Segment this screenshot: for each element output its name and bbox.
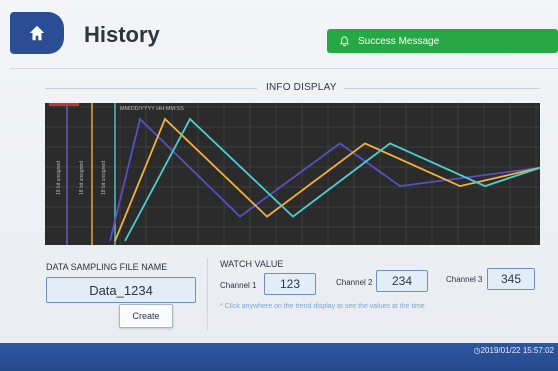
chart-top-label: MM/DD/YYYY HH:MM:SS <box>120 106 184 112</box>
create-button[interactable]: Create <box>119 304 173 328</box>
watch-label: WATCH VALUE <box>220 259 284 269</box>
sampling-label: DATA SAMPLING FILE NAME <box>46 262 168 272</box>
channel-1-value: 123 <box>264 273 316 295</box>
clock-icon: ◷ <box>473 346 481 355</box>
channel-3-value: 345 <box>487 268 535 290</box>
section-divider-right <box>344 88 540 89</box>
trend-chart-svg[interactable]: 18 bit unsigned 18 bit unsigned 18 bit uns… <box>45 103 540 245</box>
success-toast[interactable]: Success Message <box>327 29 558 53</box>
hint-text: * Click anywhere on the trend display to… <box>220 303 427 310</box>
page-title: History <box>84 22 160 47</box>
footer-timestamp: ◷2019/01/22 15:57:02 <box>474 346 554 355</box>
channel-2-value: 234 <box>376 270 428 292</box>
axis-label-1: 18 bit unsigned <box>56 161 62 195</box>
toast-text: Success Message <box>358 35 440 47</box>
home-button[interactable] <box>10 12 64 54</box>
vertical-divider <box>207 258 208 330</box>
section-title: INFO DISPLAY <box>266 82 337 93</box>
timestamp-text: 2019/01/22 15:57:02 <box>480 346 554 355</box>
trend-chart[interactable]: 18 bit unsigned 18 bit unsigned 18 bit uns… <box>45 103 540 245</box>
bell-icon <box>339 35 350 46</box>
series-line-3 <box>124 117 540 242</box>
series-line-2 <box>114 117 540 242</box>
cursor-marker <box>49 103 79 106</box>
channel-2-label: Channel 2 <box>336 278 373 287</box>
axis-label-2: 18 bit unsigned <box>79 161 85 195</box>
channel-3-label: Channel 3 <box>446 275 483 284</box>
section-divider-left <box>45 88 257 89</box>
axis-label-3: 18 bit unsigned <box>101 161 107 195</box>
series-line-1 <box>109 117 540 242</box>
home-icon <box>29 25 45 41</box>
header-divider <box>10 68 558 69</box>
file-name-input[interactable]: Data_1234 <box>46 277 196 303</box>
channel-1-label: Channel 1 <box>220 281 257 290</box>
